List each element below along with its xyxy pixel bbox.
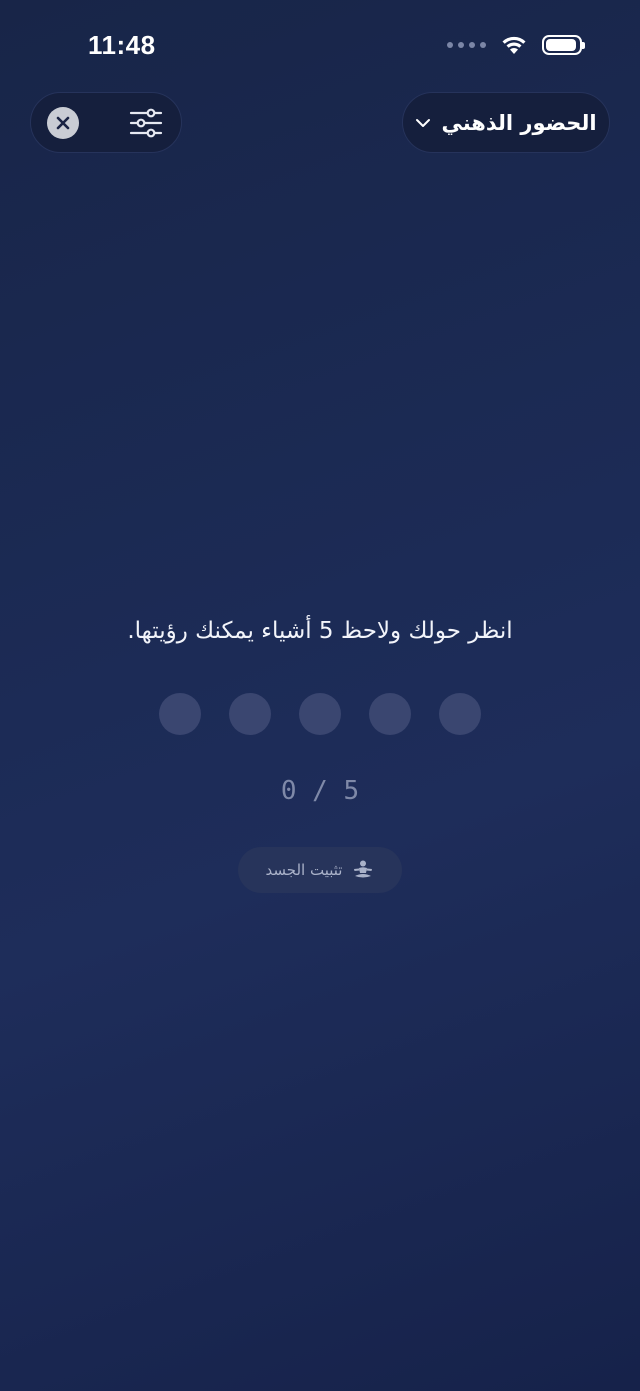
sliders-icon (129, 108, 163, 138)
battery-icon (542, 34, 585, 55)
status-time: 11:48 (88, 30, 156, 60)
status-bar: 11:48 (0, 0, 640, 92)
close-icon (56, 116, 70, 130)
progress-dot-3[interactable] (299, 693, 341, 735)
chip-label: تثبيت الجسد (265, 861, 343, 879)
meditation-icon (354, 860, 373, 878)
status-icons (447, 34, 585, 55)
progress-dots (159, 693, 481, 735)
progress-dot-5[interactable] (439, 693, 481, 735)
close-button[interactable] (47, 107, 79, 139)
chevron-down-icon (416, 118, 431, 127)
settings-button[interactable] (129, 107, 163, 139)
mode-selector[interactable]: الحضور الذهني (402, 92, 610, 153)
progress-dot-4[interactable] (369, 693, 411, 735)
body-grounding-button[interactable]: تثبيت الجسد (238, 847, 402, 893)
toolbar-pill (30, 92, 182, 153)
progress-dot-1[interactable] (159, 693, 201, 735)
progress-counter: 0 / 5 (280, 776, 360, 806)
progress-dot-2[interactable] (229, 693, 271, 735)
mode-label: الحضور الذهني (441, 110, 597, 135)
cellular-signal-icon (447, 41, 486, 48)
exercise-instruction: انظر حولك ولاحظ 5 أشياء يمكنك رؤيتها. (127, 618, 513, 644)
wifi-icon (502, 36, 526, 54)
